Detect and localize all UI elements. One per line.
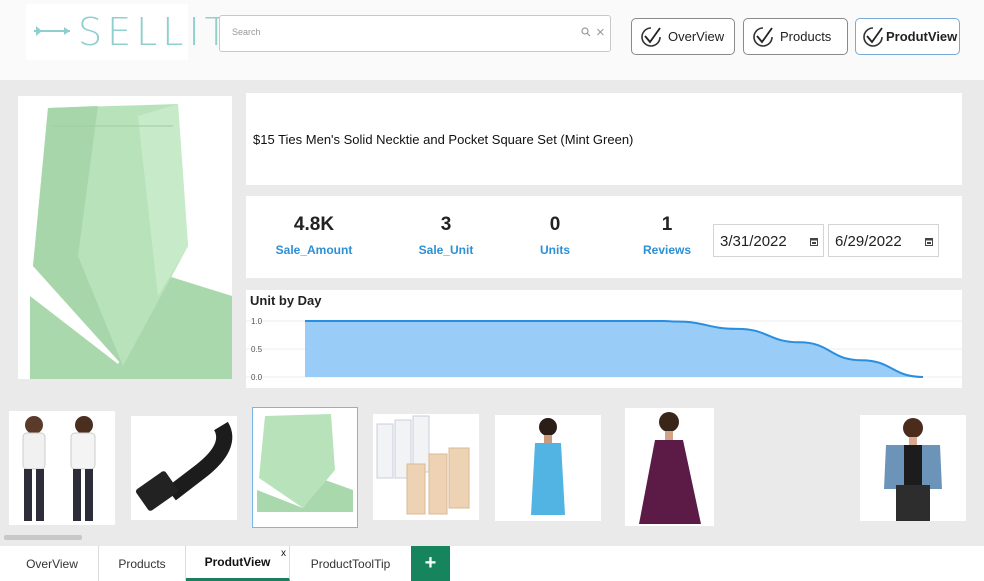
- tab-producttooltip[interactable]: ProductToolTip: [290, 546, 411, 581]
- tab-label: ProductToolTip: [310, 556, 391, 571]
- kpi-label: Sale_Amount: [275, 243, 353, 257]
- y-tick-label: 0.5: [251, 345, 263, 354]
- chart-canvas: 1.0 0.5 0.0: [246, 317, 962, 382]
- thumbnail-blue-dress[interactable]: [495, 415, 601, 521]
- kpi-sale-unit: 3 Sale_Unit: [405, 214, 487, 257]
- check-circle-icon: [863, 26, 883, 47]
- search-box[interactable]: ×: [219, 15, 611, 52]
- end-date-picker[interactable]: 6/29/2022: [828, 224, 939, 257]
- search-input[interactable]: [232, 27, 562, 37]
- nav-produtview-label: ProdutView: [886, 29, 958, 44]
- kpi-value: 3: [440, 214, 452, 235]
- thumbnail-purple-dress[interactable]: [625, 408, 714, 526]
- check-circle-icon: [641, 26, 661, 47]
- product-title: $15 Ties Men's Solid Necktie and Pocket …: [253, 132, 634, 147]
- nav-overview-label: OverView: [668, 29, 725, 44]
- kpi-units: 0 Units: [525, 214, 585, 257]
- kpi-value: 4.8K: [293, 214, 335, 235]
- nav-overview-button[interactable]: OverView: [631, 18, 735, 55]
- y-tick-label: 0.0: [251, 373, 263, 382]
- kpi-value: 1: [661, 214, 673, 235]
- thumbnail-bra-extenders[interactable]: [373, 414, 479, 520]
- calendar-icon[interactable]: [810, 238, 818, 246]
- nav-products-label: Products: [780, 29, 832, 44]
- logo-text: SELLIT: [78, 10, 233, 54]
- y-tick-label: 1.0: [251, 317, 263, 326]
- thumbnail-necktie[interactable]: [252, 407, 358, 528]
- add-page-button[interactable]: +: [411, 546, 450, 581]
- nav-products-button[interactable]: Products: [743, 18, 848, 55]
- page-tabs: OverView Products ProdutView x ProductTo…: [0, 546, 984, 581]
- search-icon[interactable]: [581, 27, 591, 37]
- calendar-icon[interactable]: [925, 238, 933, 246]
- kpi-label: Units: [540, 243, 570, 257]
- tab-produtview[interactable]: ProdutView x: [186, 546, 290, 581]
- unit-by-day-chart: Unit by Day 1.0 0.5 0.0: [246, 290, 962, 388]
- end-date-value: 6/29/2022: [835, 233, 902, 250]
- sellit-logo[interactable]: SELLIT: [26, 4, 228, 60]
- product-main-image: [18, 96, 232, 379]
- kpi-panel: 4.8K Sale_Amount 3 Sale_Unit 0 Units 1 R…: [246, 196, 962, 278]
- header-bar: SELLIT × OverView Products ProdutView: [0, 0, 984, 80]
- nav-produtview-button[interactable]: ProdutView: [855, 18, 960, 55]
- thumbnail-belt[interactable]: [131, 416, 237, 520]
- tab-label: Products: [118, 556, 166, 571]
- kpi-value: 0: [549, 214, 561, 235]
- horizontal-scrollbar[interactable]: [4, 535, 82, 540]
- kpi-reviews: 1 Reviews: [633, 214, 701, 257]
- arrow-icon: [34, 26, 70, 36]
- kpi-label: Sale_Unit: [418, 243, 474, 257]
- check-circle-icon: [753, 26, 773, 47]
- tab-label: OverView: [26, 556, 78, 571]
- tab-products[interactable]: Products: [99, 546, 186, 581]
- tab-overview[interactable]: OverView: [6, 546, 99, 581]
- product-title-panel: $15 Ties Men's Solid Necktie and Pocket …: [246, 93, 962, 185]
- start-date-picker[interactable]: 3/31/2022: [713, 224, 824, 257]
- thumbnail-denim-vest[interactable]: [860, 415, 966, 521]
- close-tab-icon[interactable]: x: [281, 548, 286, 559]
- kpi-sale-amount: 4.8K Sale_Amount: [268, 214, 360, 257]
- clear-icon[interactable]: ×: [596, 24, 605, 42]
- tab-label: ProdutView: [204, 555, 271, 569]
- kpi-label: Reviews: [642, 243, 692, 257]
- start-date-value: 3/31/2022: [720, 233, 787, 250]
- thumbnail-kids-tshirts[interactable]: [9, 411, 115, 525]
